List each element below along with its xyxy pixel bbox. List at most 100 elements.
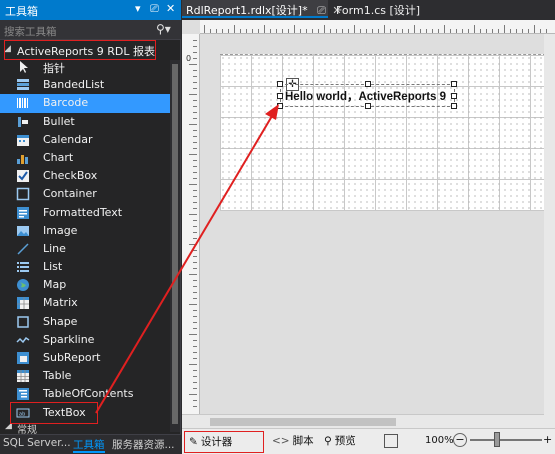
ruler-tick <box>193 148 197 149</box>
vertical-scrollbar[interactable] <box>544 34 555 428</box>
toolbox-item-matrix[interactable]: Matrix <box>0 294 170 312</box>
ruler-tick <box>193 280 197 281</box>
ruler-tick <box>193 346 197 347</box>
zoom-slider-track[interactable] <box>470 439 542 441</box>
tab-rdlreport1[interactable]: RdlReport1.rdlx[设计]* ⎚ ✕ <box>182 0 342 18</box>
toolbox-item-label: Chart <box>43 150 74 164</box>
toolbox-item-shape[interactable]: Shape <box>0 313 170 331</box>
report-designer-canvas[interactable]: 0 ✛ Hello world，ActiveReports 9 <box>182 20 555 428</box>
toolbox-item-barcode[interactable]: Barcode <box>0 94 170 113</box>
pin-icon[interactable]: ⎚ <box>150 2 159 16</box>
tab-label: Form1.cs [设计] <box>336 4 421 17</box>
search-input[interactable]: 搜索工具箱 <box>4 24 57 39</box>
toolbox-item-line[interactable]: Line <box>0 240 170 258</box>
resize-handle[interactable] <box>365 103 371 109</box>
toolbox-item-table[interactable]: Table <box>0 367 170 385</box>
ruler-tick <box>294 25 295 33</box>
toolbox-item-bandedlist[interactable]: BandedList <box>0 76 170 94</box>
toolbox-item-formattedtext[interactable]: FormattedText <box>0 204 170 222</box>
ruler-tick <box>193 352 197 353</box>
code-icon: <> <box>272 435 290 447</box>
toolbox-item-list[interactable]: List <box>0 258 170 276</box>
report-textbox[interactable]: Hello world，ActiveReports 9 <box>277 81 457 109</box>
ruler-tick <box>189 64 197 65</box>
zoom-in-button[interactable]: + <box>543 433 553 446</box>
toolbox-item-calendar[interactable]: Calendar <box>0 131 170 149</box>
ruler-tick <box>216 29 217 33</box>
ruler-tick <box>534 25 535 33</box>
ruler-tick <box>546 29 547 33</box>
ruler-tick <box>540 29 541 33</box>
ruler-tick <box>330 29 331 33</box>
checkbox-icon <box>17 170 29 183</box>
dropdown-icon[interactable]: ▾ <box>135 2 141 15</box>
ruler-tick <box>189 334 197 335</box>
search-icon[interactable]: ⚲▾ <box>156 22 171 36</box>
toolbox-item-subreport[interactable]: SubReport <box>0 349 170 367</box>
group-general[interactable]: ◢ 常规 <box>0 424 170 434</box>
zoom-out-button[interactable]: − <box>453 433 467 447</box>
ruler-tick <box>366 29 367 33</box>
layout-icon[interactable] <box>384 434 398 448</box>
horizontal-scrollbar[interactable] <box>182 414 544 428</box>
designer-tab-button[interactable]: ✎ 设计器 <box>184 431 264 453</box>
ruler-tick <box>189 94 197 95</box>
magnifier-icon: ⚲ <box>324 435 332 447</box>
toolbox-search[interactable]: 搜索工具箱 ⚲▾ <box>0 20 181 40</box>
ruler-tick <box>240 29 241 33</box>
scrollbar-thumb[interactable] <box>172 64 178 424</box>
resize-handle[interactable] <box>451 103 457 109</box>
script-label: 脚本 <box>292 435 314 447</box>
ruler-tick <box>228 29 229 33</box>
resize-handle[interactable] <box>451 81 457 87</box>
tab-form1[interactable]: Form1.cs [设计] <box>332 0 424 18</box>
report-page[interactable]: ✛ Hello world，ActiveReports 9 <box>220 54 551 211</box>
script-tab-button[interactable]: <> 脚本 <box>272 433 314 451</box>
tab-toolbox[interactable]: 工具箱 <box>73 437 105 453</box>
toolbox-item-tableofcontents[interactable]: TableOfContents <box>0 385 170 403</box>
barcode-icon <box>17 98 28 109</box>
toolbox-item-bullet[interactable]: Bullet <box>0 113 170 131</box>
toolbox-item-chart[interactable]: Chart <box>0 149 170 167</box>
ruler-tick <box>468 29 469 33</box>
tab-label: RdlReport1.rdlx[设计]* <box>186 4 308 17</box>
ruler-tick <box>193 70 197 71</box>
collapse-triangle-icon[interactable]: ◢ <box>5 424 12 431</box>
formatted-text-icon <box>17 206 29 219</box>
resize-handle[interactable] <box>277 81 283 87</box>
tab-server-explorer[interactable]: 服务器资源... <box>112 437 175 453</box>
toolbox-item-label: SubReport <box>43 351 101 364</box>
ruler-tick <box>492 29 493 33</box>
ruler-tick <box>288 29 289 33</box>
pin-icon[interactable]: ⎚ <box>317 4 326 17</box>
ruler-tick <box>498 29 499 33</box>
zoom-slider-thumb[interactable] <box>494 432 500 447</box>
toolbox-item-pointer[interactable]: 指针 <box>0 58 170 76</box>
ruler-tick <box>193 130 197 131</box>
toolbox-item-container[interactable]: Container <box>0 185 170 203</box>
toolbox-item-checkbox[interactable]: CheckBox <box>0 167 170 185</box>
toolbox-item-sparkline[interactable]: Sparkline <box>0 331 170 349</box>
ruler-tick <box>193 40 197 41</box>
ruler-tick <box>264 25 265 33</box>
ruler-tick <box>193 310 197 311</box>
close-icon[interactable]: ✕ <box>166 2 175 15</box>
ruler-tick <box>432 29 433 33</box>
ruler-tick <box>193 340 197 341</box>
preview-tab-button[interactable]: ⚲ 预览 <box>324 433 356 451</box>
ruler-tick <box>193 250 197 251</box>
resize-handle[interactable] <box>451 93 457 99</box>
ruler-tick <box>504 25 505 33</box>
ruler-tick <box>426 29 427 33</box>
scrollbar-thumb[interactable] <box>210 418 396 426</box>
resize-handle[interactable] <box>277 103 283 109</box>
toolbox-scrollbar[interactable] <box>170 60 180 432</box>
toolbox-item-image[interactable]: Image <box>0 222 170 240</box>
resize-handle[interactable] <box>365 81 371 87</box>
resize-handle[interactable] <box>277 93 283 99</box>
toolbox-item-map[interactable]: Map <box>0 276 170 294</box>
chart-icon <box>17 154 28 164</box>
ruler-tick <box>189 274 197 275</box>
tab-sql-server[interactable]: SQL Server... <box>3 437 71 453</box>
toolbox-item-label: Barcode <box>43 96 89 110</box>
